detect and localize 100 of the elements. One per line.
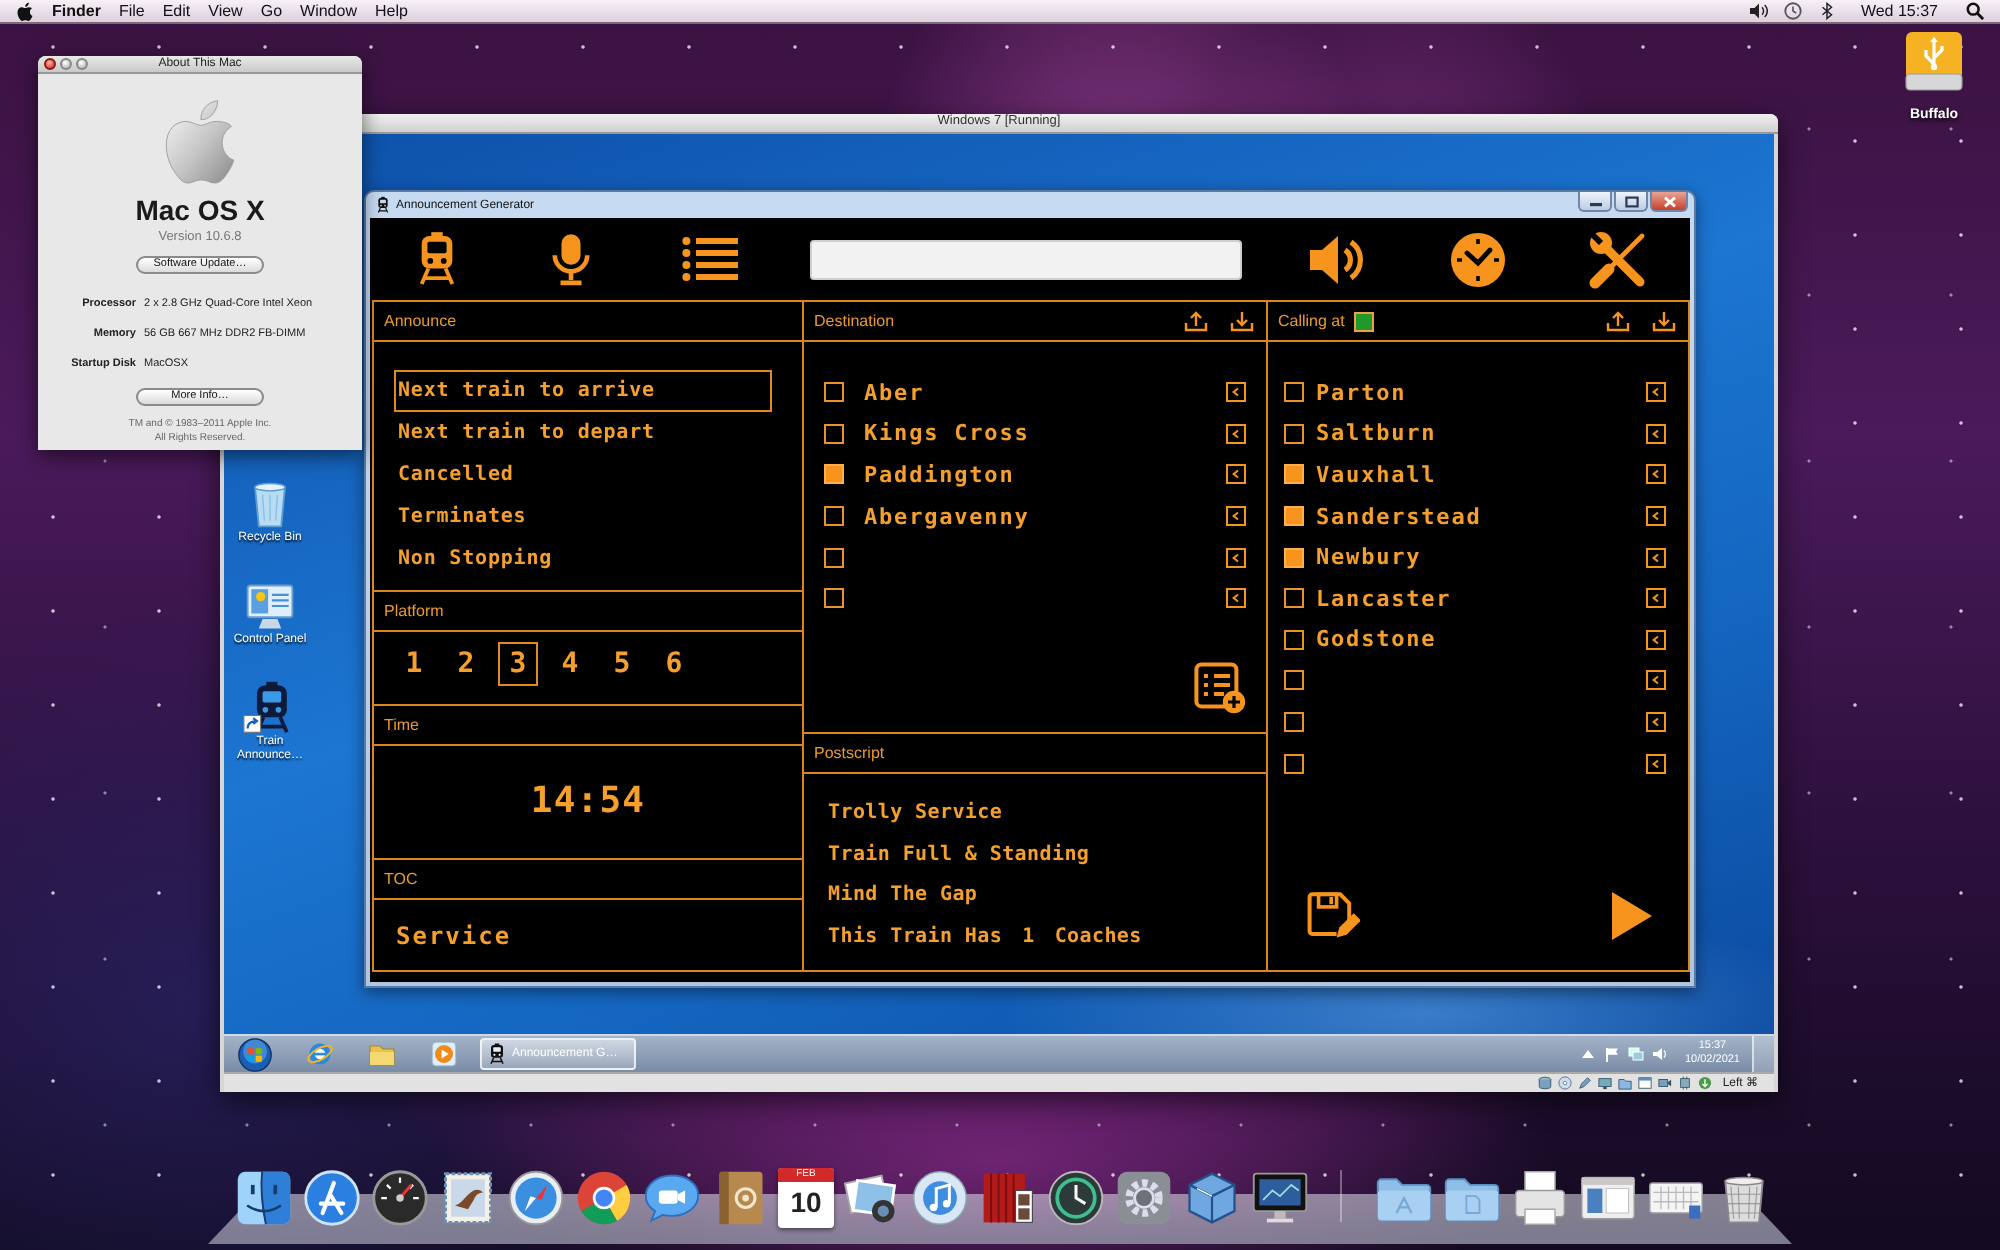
station-name[interactable]: Abergavenny bbox=[864, 505, 1030, 528]
menu-item[interactable]: File bbox=[118, 3, 145, 19]
announce-option[interactable]: Next train to arrive bbox=[394, 370, 772, 412]
pencil-icon[interactable] bbox=[1578, 1076, 1593, 1090]
postscript-option[interactable]: Mind The Gap bbox=[828, 876, 1242, 918]
download-icon[interactable] bbox=[1230, 310, 1254, 332]
station-name[interactable]: Newbury bbox=[1316, 546, 1422, 569]
checkbox[interactable] bbox=[1284, 670, 1304, 691]
station-name[interactable]: Lancaster bbox=[1316, 587, 1452, 610]
coach-count[interactable]: 1 bbox=[1022, 917, 1035, 959]
checkbox[interactable] bbox=[1284, 547, 1304, 568]
station-name[interactable]: Godstone bbox=[1316, 628, 1437, 651]
announce-option[interactable]: Cancelled bbox=[394, 454, 772, 496]
checkbox[interactable] bbox=[824, 382, 844, 403]
chevron-icon[interactable] bbox=[1646, 753, 1666, 774]
checkbox[interactable] bbox=[1284, 382, 1304, 403]
chevron-icon[interactable] bbox=[1646, 464, 1666, 485]
stamp-icon[interactable] bbox=[438, 1168, 498, 1228]
gauge-icon[interactable] bbox=[370, 1168, 430, 1228]
cube-icon[interactable] bbox=[1182, 1168, 1242, 1228]
maximize-button[interactable] bbox=[1614, 192, 1648, 212]
clock-icon[interactable] bbox=[1449, 231, 1506, 287]
station-name[interactable]: Parton bbox=[1316, 381, 1407, 404]
checkbox[interactable] bbox=[824, 547, 844, 568]
close-button[interactable] bbox=[44, 58, 56, 70]
chevron-icon[interactable] bbox=[1646, 547, 1666, 568]
checkbox[interactable] bbox=[1284, 629, 1304, 650]
station-name[interactable]: Paddington bbox=[864, 463, 1015, 486]
checkbox[interactable] bbox=[824, 588, 844, 609]
chevron-icon[interactable] bbox=[1646, 670, 1666, 691]
platform-number[interactable]: 2 bbox=[446, 642, 486, 686]
chevron-icon[interactable] bbox=[1226, 423, 1246, 444]
chevron-icon[interactable] bbox=[1226, 547, 1246, 568]
chevron-icon[interactable] bbox=[1226, 588, 1246, 609]
postscript-option[interactable]: This Train Has bbox=[828, 917, 1003, 959]
checkbox[interactable] bbox=[1284, 506, 1304, 527]
upload-icon[interactable] bbox=[1184, 310, 1208, 332]
announce-option[interactable]: Non Stopping bbox=[394, 538, 772, 580]
station-name[interactable]: Saltburn bbox=[1316, 422, 1437, 445]
toggle-checkbox[interactable] bbox=[1354, 311, 1375, 331]
save-icon[interactable] bbox=[1306, 888, 1360, 942]
platform-number[interactable]: 4 bbox=[550, 642, 590, 686]
start-button[interactable] bbox=[238, 1037, 272, 1071]
chevron-icon[interactable] bbox=[1226, 506, 1246, 527]
checkbox[interactable] bbox=[1284, 753, 1304, 774]
checkbox[interactable] bbox=[824, 506, 844, 527]
curtain-icon[interactable] bbox=[978, 1168, 1038, 1228]
app-disc-icon[interactable] bbox=[302, 1168, 362, 1228]
menu-item[interactable]: Window bbox=[300, 3, 357, 19]
text-input-field[interactable] bbox=[810, 239, 1242, 279]
chip-icon[interactable] bbox=[1678, 1076, 1693, 1090]
chevron-icon[interactable] bbox=[1646, 588, 1666, 609]
network-icon[interactable] bbox=[1628, 1046, 1645, 1062]
orbit-disc-icon[interactable] bbox=[305, 1040, 333, 1068]
play-disc-icon[interactable] bbox=[429, 1040, 457, 1068]
platform-number[interactable]: 6 bbox=[654, 642, 694, 686]
camera-icon[interactable] bbox=[1658, 1076, 1673, 1090]
station-name[interactable]: Aber bbox=[864, 381, 925, 404]
platform-number[interactable]: 3 bbox=[498, 642, 538, 686]
station-name[interactable]: Vauxhall bbox=[1316, 463, 1437, 486]
chevron-icon[interactable] bbox=[1646, 382, 1666, 403]
chevron-icon[interactable] bbox=[1646, 423, 1666, 444]
face-icon[interactable] bbox=[234, 1168, 294, 1228]
down-arrow-icon[interactable] bbox=[1698, 1076, 1713, 1090]
download-icon[interactable] bbox=[1652, 310, 1676, 332]
menu-item[interactable]: Go bbox=[260, 3, 283, 19]
checkbox[interactable] bbox=[824, 464, 844, 485]
menu-clock[interactable]: Wed 15:37 bbox=[1860, 3, 1938, 19]
tools-icon[interactable] bbox=[1588, 229, 1649, 289]
chevron-icon[interactable] bbox=[1226, 464, 1246, 485]
play-icon[interactable] bbox=[1610, 890, 1654, 942]
announce-option[interactable]: Next train to depart bbox=[394, 412, 772, 454]
up-arrow-icon[interactable] bbox=[1580, 1046, 1597, 1062]
list-icon[interactable] bbox=[681, 236, 738, 282]
chevron-icon[interactable] bbox=[1646, 629, 1666, 650]
clock-icon[interactable] bbox=[1784, 2, 1803, 20]
zoom-button[interactable] bbox=[76, 58, 88, 70]
speaker-icon[interactable] bbox=[1307, 231, 1368, 287]
gear-icon[interactable] bbox=[1114, 1168, 1174, 1228]
platform-number[interactable]: 1 bbox=[394, 642, 434, 686]
postscript-option[interactable]: Trolly Service bbox=[828, 794, 1242, 836]
chevron-icon[interactable] bbox=[1646, 506, 1666, 527]
add-list-icon[interactable] bbox=[1194, 662, 1246, 714]
upload-icon[interactable] bbox=[1606, 310, 1630, 332]
volume-icon[interactable] bbox=[1750, 2, 1769, 20]
usb-drive-icon[interactable] bbox=[1904, 30, 1964, 94]
checkbox[interactable] bbox=[824, 423, 844, 444]
bluetooth-icon[interactable] bbox=[1818, 2, 1837, 20]
chevron-icon[interactable] bbox=[1226, 382, 1246, 403]
checkbox[interactable] bbox=[1284, 712, 1304, 733]
wheel-icon[interactable] bbox=[574, 1168, 634, 1228]
chevron-icon[interactable] bbox=[1646, 712, 1666, 733]
close-button[interactable] bbox=[1650, 192, 1688, 212]
announce-option[interactable]: Terminates bbox=[394, 496, 772, 538]
checkbox[interactable] bbox=[1284, 464, 1304, 485]
flag-icon[interactable] bbox=[1604, 1046, 1621, 1062]
search-icon[interactable] bbox=[1966, 2, 1984, 20]
postscript-option[interactable]: Train Full & Standing bbox=[828, 835, 1242, 877]
clock-icon[interactable] bbox=[1046, 1168, 1106, 1228]
apple-icon[interactable] bbox=[16, 1, 34, 21]
